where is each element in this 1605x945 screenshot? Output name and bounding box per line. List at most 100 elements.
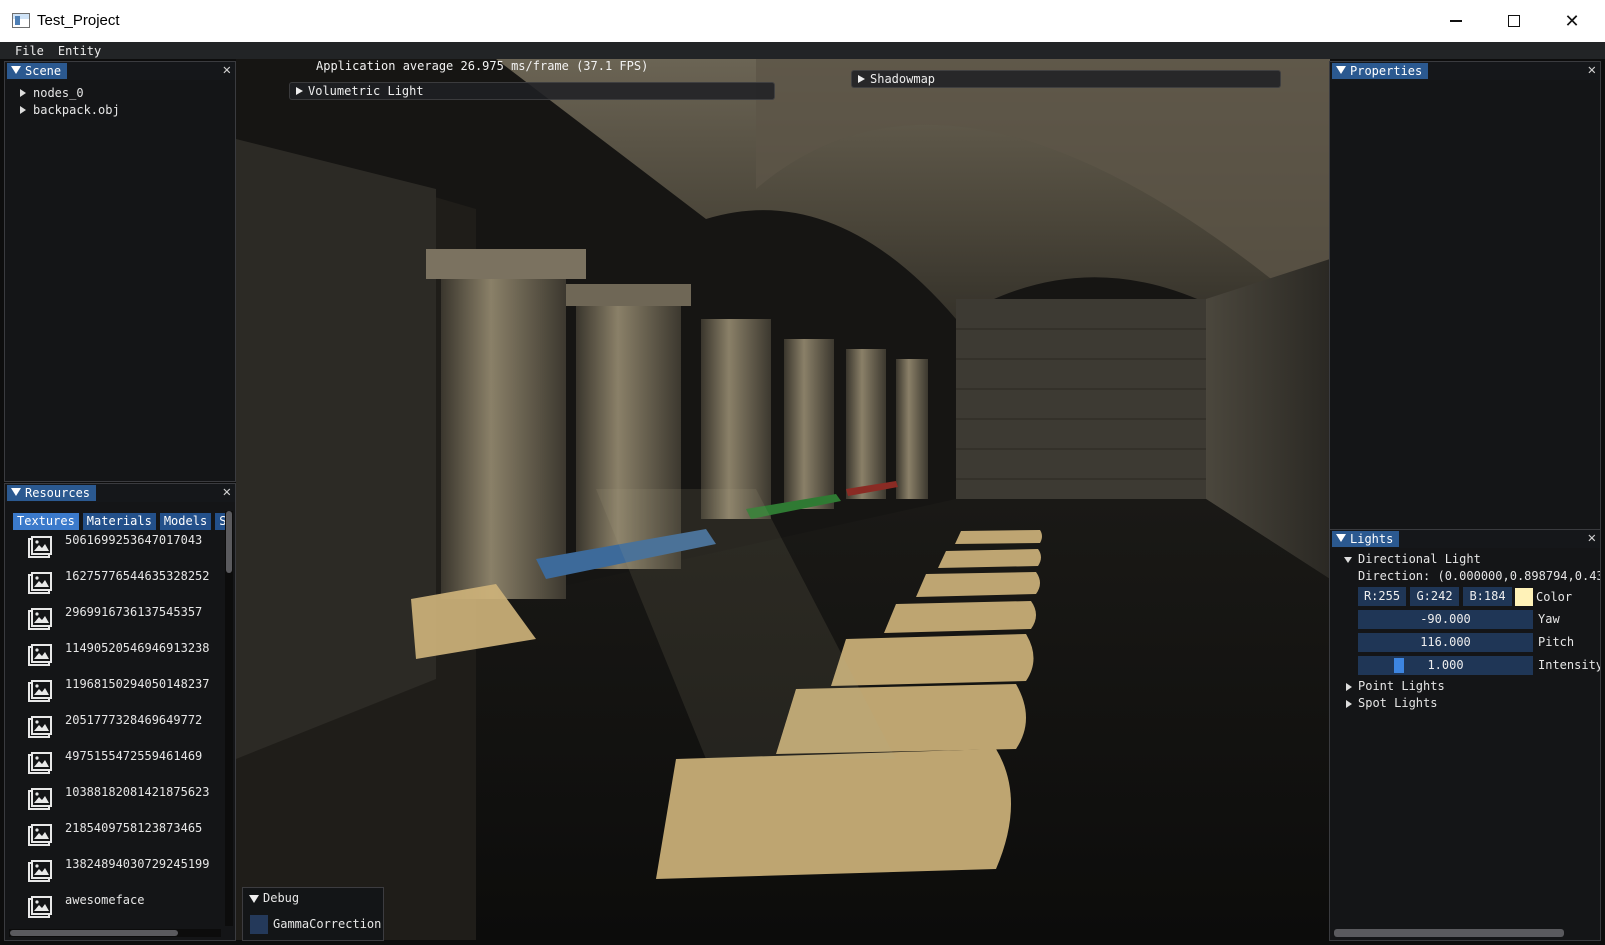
scene-item-backpack[interactable]: backpack.obj <box>5 102 235 119</box>
texture-name: 4975155472559461469 <box>65 749 203 763</box>
scene-item-label: backpack.obj <box>33 103 120 117</box>
tab-models[interactable]: Models <box>159 513 212 530</box>
resources-panel: Resources ✕ Textures Materials Models S … <box>4 483 236 941</box>
close-icon: ✕ <box>1587 62 1596 78</box>
expand-arrow-icon <box>296 87 303 95</box>
menu-bar: File Entity <box>0 42 1605 59</box>
color-swatch[interactable] <box>1515 588 1533 606</box>
scene-tab[interactable]: Scene <box>7 63 68 79</box>
tab-textures[interactable]: Textures <box>13 513 79 530</box>
lights-horizontal-scrollbar[interactable] <box>1334 929 1564 937</box>
list-item[interactable]: 10388182081421875623 <box>13 784 225 820</box>
properties-panel-header: Properties ✕ <box>1330 62 1600 80</box>
list-item[interactable]: 2051777328469649772 <box>13 712 225 748</box>
expand-arrow-icon <box>1346 700 1352 708</box>
close-window-button[interactable]: ✕ <box>1543 0 1601 42</box>
image-icon <box>28 608 52 630</box>
directional-light-header[interactable]: Directional Light <box>1358 552 1481 566</box>
direction-readout: Direction: (0.000000,0.898794,0.43 <box>1358 569 1601 583</box>
image-icon <box>28 680 52 702</box>
list-item[interactable]: 2969916736137545357 <box>13 604 225 640</box>
properties-panel: Properties ✕ <box>1329 61 1601 530</box>
resources-panel-header: Resources ✕ <box>5 484 235 502</box>
minimize-button[interactable] <box>1427 0 1485 42</box>
maximize-icon <box>1508 15 1520 27</box>
maximize-button[interactable] <box>1485 0 1543 42</box>
collapse-icon <box>1336 534 1346 542</box>
image-icon <box>28 572 52 594</box>
pitch-field[interactable]: 116.000 <box>1358 633 1533 652</box>
scene-panel-header: Scene ✕ <box>5 62 235 80</box>
slider-grab[interactable] <box>1394 658 1404 673</box>
list-item[interactable]: 11968150294050148237 <box>13 676 225 712</box>
image-icon <box>28 644 52 666</box>
intensity-value: 1.000 <box>1427 658 1464 672</box>
debug-title: Debug <box>263 891 300 905</box>
scene-close-button[interactable]: ✕ <box>223 62 231 78</box>
shadowmap-header[interactable]: Shadowmap <box>851 70 1281 88</box>
list-item[interactable]: 13824894030729245199 <box>13 856 225 892</box>
collapse-icon <box>11 488 21 496</box>
list-item[interactable]: 5061699253647017043 <box>13 532 225 568</box>
expand-arrow-icon <box>1346 683 1352 691</box>
yaw-label: Yaw <box>1538 612 1560 626</box>
scene-item-label: nodes_0 <box>33 86 84 100</box>
menu-entity[interactable]: Entity <box>51 42 108 59</box>
resources-tab[interactable]: Resources <box>7 485 97 501</box>
texture-name: 5061699253647017043 <box>65 533 203 547</box>
color-g-field[interactable]: G:242 <box>1410 587 1459 606</box>
scrollbar-thumb[interactable] <box>10 930 178 936</box>
list-item[interactable]: 11490520546946913238 <box>13 640 225 676</box>
gamma-correction-checkbox[interactable] <box>250 915 268 934</box>
list-item[interactable]: awesomeface <box>13 892 225 928</box>
close-icon: ✕ <box>222 484 231 500</box>
minimize-icon <box>1450 20 1462 22</box>
properties-close-button[interactable]: ✕ <box>1588 62 1596 78</box>
debug-header[interactable]: Debug <box>243 888 383 908</box>
point-lights-header[interactable]: Point Lights <box>1358 679 1445 693</box>
image-icon <box>28 788 52 810</box>
lights-tab[interactable]: Lights <box>1332 531 1400 547</box>
lights-panel-header: Lights ✕ <box>1330 530 1600 548</box>
scene-viewport[interactable]: Application average 26.975 ms/frame (37.… <box>236 59 1330 940</box>
expand-arrow-icon <box>20 106 26 114</box>
scene-item-nodes[interactable]: nodes_0 <box>5 85 235 102</box>
texture-name: 2969916736137545357 <box>65 605 203 619</box>
collapse-icon <box>1336 66 1346 74</box>
resources-close-button[interactable]: ✕ <box>223 484 231 500</box>
volumetric-light-header[interactable]: Volumetric Light <box>289 82 775 100</box>
fps-readout: Application average 26.975 ms/frame (37.… <box>316 59 649 73</box>
texture-name: 2051777328469649772 <box>65 713 203 727</box>
window-title: Test_Project <box>37 12 120 29</box>
texture-name: 16275776544635328252 <box>65 569 210 583</box>
intensity-slider[interactable]: 1.000 <box>1358 656 1533 675</box>
color-b-field[interactable]: B:184 <box>1463 587 1512 606</box>
intensity-label: Intensity <box>1538 658 1601 672</box>
list-item[interactable]: 4975155472559461469 <box>13 748 225 784</box>
scene-title: Scene <box>25 64 62 78</box>
color-r-field[interactable]: R:255 <box>1358 587 1406 606</box>
resources-vertical-scrollbar[interactable] <box>225 511 233 926</box>
lights-close-button[interactable]: ✕ <box>1588 530 1596 546</box>
texture-name: 11968150294050148237 <box>65 677 210 691</box>
list-item[interactable]: 16275776544635328252 <box>13 568 225 604</box>
scrollbar-thumb[interactable] <box>226 511 232 573</box>
properties-title: Properties <box>1350 64 1423 78</box>
texture-name: 2185409758123873465 <box>65 821 203 835</box>
list-item[interactable]: 2185409758123873465 <box>13 820 225 856</box>
debug-window: Debug GammaCorrection <box>242 887 384 941</box>
texture-name: 10388182081421875623 <box>65 785 210 799</box>
menu-file[interactable]: File <box>8 42 51 59</box>
spot-lights-header[interactable]: Spot Lights <box>1358 696 1437 710</box>
pitch-label: Pitch <box>1538 635 1575 649</box>
lights-title: Lights <box>1350 532 1394 546</box>
tab-materials[interactable]: Materials <box>82 513 156 530</box>
properties-tab[interactable]: Properties <box>1332 63 1429 79</box>
close-icon: ✕ <box>1587 530 1596 546</box>
scene-tree: nodes_0 backpack.obj <box>5 80 235 119</box>
yaw-field[interactable]: -90.000 <box>1358 610 1533 629</box>
collapse-icon <box>249 895 259 903</box>
resources-horizontal-scrollbar[interactable] <box>9 929 221 937</box>
expand-arrow-icon <box>20 89 26 97</box>
image-icon <box>28 824 52 846</box>
